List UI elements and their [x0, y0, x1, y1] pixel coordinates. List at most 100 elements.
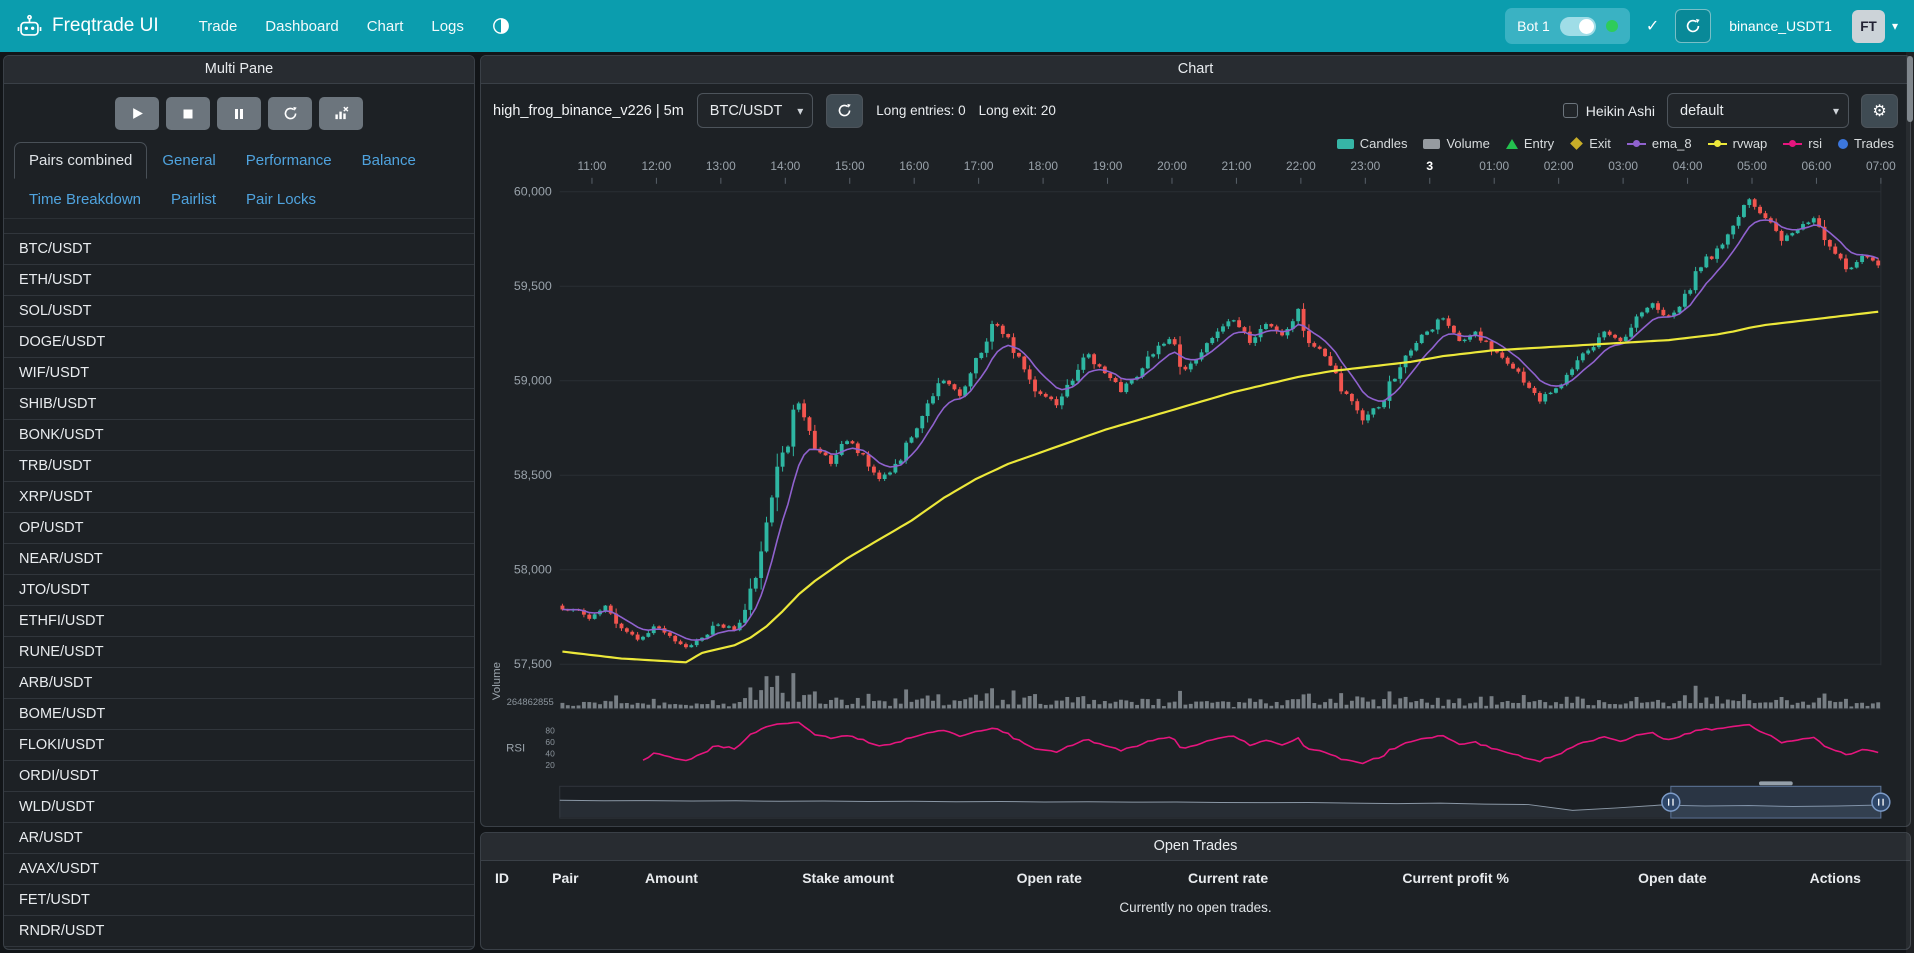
pair-list-item[interactable]: BTC/USDT	[4, 234, 474, 265]
pair-list-item[interactable]: XRP/USDT	[4, 482, 474, 513]
legend-item-rvwap[interactable]: rvwap	[1708, 136, 1768, 151]
pair-list-item[interactable]: DOGE/USDT	[4, 327, 474, 358]
svg-text:01:00: 01:00	[1479, 159, 1509, 173]
heikin-ashi-checkbox[interactable]	[1563, 103, 1578, 118]
pair-list-item[interactable]: JTO/USDT	[4, 575, 474, 606]
pair-list-item[interactable]: WLD/USDT	[4, 792, 474, 823]
pair-list-item[interactable]: AR/USDT	[4, 823, 474, 854]
svg-text:60,000: 60,000	[514, 185, 552, 199]
legend-label: Exit	[1589, 136, 1611, 151]
tab-general[interactable]: General	[147, 142, 230, 179]
tab-pair-locks[interactable]: Pair Locks	[231, 181, 331, 218]
candlestick-chart[interactable]: 57,50058,00058,50059,00059,50060,00011:0…	[481, 155, 1909, 826]
nav-link-dashboard[interactable]: Dashboard	[253, 10, 350, 43]
chevron-down-icon: ▾	[1892, 19, 1898, 33]
brand[interactable]: Freqtrade UI	[16, 13, 159, 40]
pair-list-item[interactable]: FET/USDT	[4, 885, 474, 916]
entry-swatch-icon	[1506, 139, 1518, 149]
svg-text:23:00: 23:00	[1350, 159, 1380, 173]
legend-label: Entry	[1524, 136, 1554, 151]
trades-col-amount[interactable]: Amount	[631, 861, 788, 894]
page-scrollbar-track[interactable]	[1906, 52, 1914, 953]
chart-panel: Chart high_frog_binance_v226 | 5m BTC/US…	[480, 55, 1911, 827]
trades-col-current-rate[interactable]: Current rate	[1174, 861, 1388, 894]
pair-list-item[interactable]: WIF/USDT	[4, 358, 474, 389]
pair-list-item[interactable]: FLOKI/USDT	[4, 730, 474, 761]
tab-time-breakdown[interactable]: Time Breakdown	[14, 181, 156, 218]
app-title: Freqtrade UI	[52, 15, 159, 37]
plot-settings-button[interactable]: ⚙	[1861, 94, 1898, 128]
trades-col-current-profit-[interactable]: Current profit %	[1388, 861, 1624, 894]
pause-bot-button[interactable]	[217, 97, 261, 130]
reload-config-button[interactable]	[268, 97, 312, 130]
clear-chart-button[interactable]	[319, 97, 363, 130]
tab-pairlist[interactable]: Pairlist	[156, 181, 231, 218]
pair-list-item[interactable]: ETH/USDT	[4, 265, 474, 296]
stop-bot-button[interactable]	[166, 97, 210, 130]
pair-list-item[interactable]: BONK/USDT	[4, 420, 474, 451]
nav-link-logs[interactable]: Logs	[419, 10, 476, 43]
pair-select[interactable]: BTC/USDT ▾	[697, 93, 814, 128]
pair-list-item[interactable]: NEAR/USDT	[4, 544, 474, 575]
trades-swatch-icon	[1838, 139, 1848, 149]
legend-item-exit[interactable]: Exit	[1570, 136, 1611, 151]
svg-text:15:00: 15:00	[835, 159, 865, 173]
start-bot-button[interactable]	[115, 97, 159, 130]
page-scrollbar-thumb[interactable]	[1907, 56, 1913, 122]
bot-control-buttons	[4, 84, 474, 138]
nav-link-chart[interactable]: Chart	[355, 10, 416, 43]
refresh-chart-button[interactable]	[826, 94, 863, 128]
legend-item-volume[interactable]: Volume	[1423, 136, 1489, 151]
reload-data-button[interactable]	[1675, 9, 1711, 43]
trades-col-open-rate[interactable]: Open rate	[1003, 861, 1174, 894]
nav-link-trade[interactable]: Trade	[187, 10, 250, 43]
pair-list-item[interactable]: SOL/USDT	[4, 296, 474, 327]
theme-toggle-button[interactable]	[492, 17, 510, 35]
heikin-ashi-toggle[interactable]: Heikin Ashi	[1563, 103, 1655, 119]
refresh-icon	[1685, 18, 1701, 34]
pair-list-item[interactable]: AVAX/USDT	[4, 854, 474, 885]
svg-text:16:00: 16:00	[899, 159, 929, 173]
legend-item-rsi[interactable]: rsi	[1783, 136, 1822, 151]
pair-list-item[interactable]: RNDR/USDT	[4, 916, 474, 947]
rvwap-swatch-icon	[1708, 139, 1727, 149]
svg-text:3: 3	[1426, 159, 1433, 173]
chart-legend: Candles Volume Entry Exit ema_8 rvwap rsi Trade…	[481, 134, 1910, 155]
chart-remove-icon	[334, 106, 349, 121]
legend-item-trades[interactable]: Trades	[1838, 136, 1894, 151]
legend-item-ema-8[interactable]: ema_8	[1627, 136, 1692, 151]
bot-selector[interactable]: Bot 1	[1505, 8, 1630, 44]
bot-enabled-toggle[interactable]	[1560, 17, 1596, 36]
pair-list-item[interactable]: SHIB/USDT	[4, 389, 474, 420]
svg-text:60: 60	[545, 737, 555, 747]
theme-contrast-icon	[492, 17, 510, 35]
main-nav: TradeDashboardChartLogs	[187, 10, 476, 43]
trades-col-pair[interactable]: Pair	[538, 861, 631, 894]
pair-list-item[interactable]: OP/USDT	[4, 513, 474, 544]
plot-config-select[interactable]: default ▾	[1667, 93, 1849, 128]
open-trades-panel: Open Trades IDPairAmountStake amountOpen…	[480, 832, 1911, 950]
pair-list-item[interactable]: TRB/USDT	[4, 451, 474, 482]
chart-panel-title: Chart	[481, 56, 1910, 84]
trades-col-stake-amount[interactable]: Stake amount	[788, 861, 1002, 894]
tab-balance[interactable]: Balance	[347, 142, 431, 179]
pair-list-item[interactable]: BOME/USDT	[4, 699, 474, 730]
legend-item-candles[interactable]: Candles	[1337, 136, 1408, 151]
gear-icon: ⚙	[1872, 101, 1886, 121]
trades-col-actions[interactable]: Actions	[1796, 861, 1910, 894]
user-menu-button[interactable]: FT ▾	[1852, 10, 1898, 43]
open-trades-table: IDPairAmountStake amountOpen rateCurrent…	[481, 861, 1910, 921]
trades-col-open-date[interactable]: Open date	[1624, 861, 1795, 894]
legend-item-entry[interactable]: Entry	[1506, 136, 1554, 151]
pair-list-item[interactable]: DOT/USDT	[4, 947, 474, 949]
plot-config-value: default	[1680, 103, 1724, 119]
pair-list-item[interactable]: ORDI/USDT	[4, 761, 474, 792]
pair-list-item[interactable]: ARB/USDT	[4, 668, 474, 699]
tab-pairs-combined[interactable]: Pairs combined	[14, 142, 147, 179]
tab-performance[interactable]: Performance	[231, 142, 347, 179]
trades-col-id[interactable]: ID	[481, 861, 538, 894]
pair-list-item[interactable]: ETHFI/USDT	[4, 606, 474, 637]
svg-text:18:00: 18:00	[1028, 159, 1058, 173]
pair-list-item[interactable]: RUNE/USDT	[4, 637, 474, 668]
refresh-icon	[837, 103, 852, 118]
